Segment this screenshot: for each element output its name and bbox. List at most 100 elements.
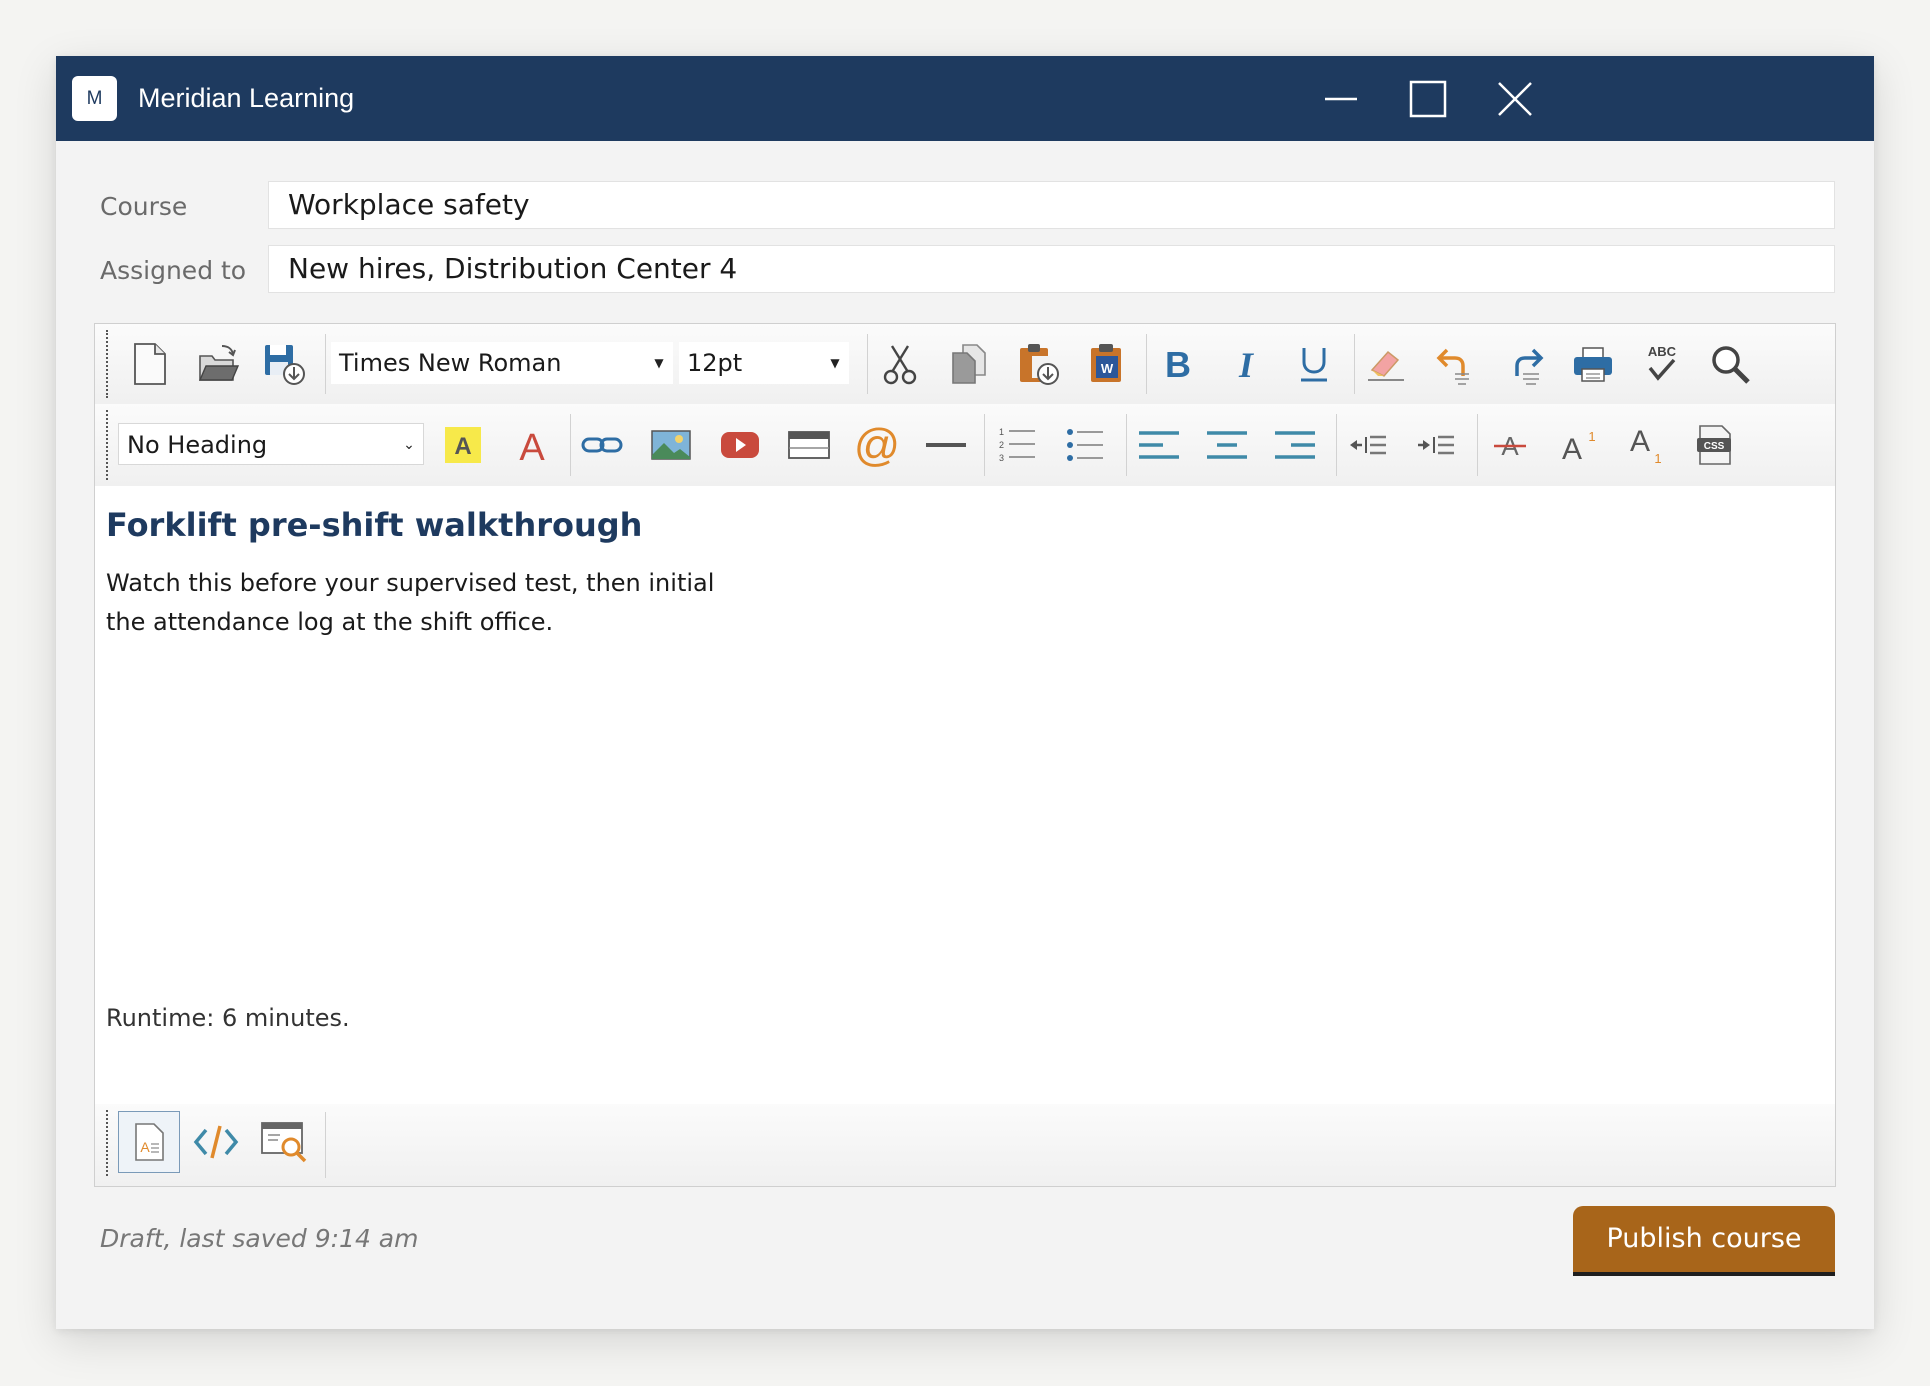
svg-text:ABC: ABC: [1648, 344, 1677, 359]
bold-button[interactable]: B: [1152, 338, 1204, 390]
strikethrough-button[interactable]: A: [1484, 419, 1536, 471]
font-color-icon: A: [519, 427, 545, 467]
code-view-button[interactable]: [190, 1116, 242, 1168]
link-icon: [581, 437, 623, 453]
close-button[interactable]: [1484, 68, 1546, 130]
superscript-button[interactable]: A1: [1552, 419, 1604, 471]
toolbar-separator: [984, 414, 985, 476]
insert-email-button[interactable]: @: [851, 419, 903, 471]
open-button[interactable]: [192, 338, 244, 390]
assigned-to-field[interactable]: New hires, Distribution Center 4: [268, 245, 1835, 293]
design-view-icon: A: [135, 1123, 164, 1161]
save-button[interactable]: [258, 338, 310, 390]
maximize-button[interactable]: [1397, 68, 1459, 130]
undo-button[interactable]: [1429, 338, 1481, 390]
table-icon: [788, 431, 830, 459]
align-left-icon: [1139, 431, 1179, 459]
horizontal-rule-button[interactable]: [920, 419, 972, 471]
window-title: Meridian Learning: [138, 83, 355, 113]
maximize-icon: [1409, 80, 1447, 118]
minimize-button[interactable]: [1310, 68, 1372, 130]
email-icon: @: [854, 421, 901, 469]
insert-link-button[interactable]: [576, 419, 628, 471]
new-document-icon: [134, 343, 166, 385]
bulleted-list-button[interactable]: [1059, 419, 1111, 471]
redo-button[interactable]: [1499, 338, 1551, 390]
copy-button[interactable]: [943, 338, 995, 390]
content-runtime: Runtime: 6 minutes.: [106, 1004, 350, 1032]
font-color-button[interactable]: A: [506, 419, 558, 471]
svg-text:A: A: [519, 427, 545, 467]
italic-button[interactable]: I: [1220, 338, 1272, 390]
insert-image-button[interactable]: [645, 419, 697, 471]
font-size-select[interactable]: 12pt ▼: [679, 342, 849, 384]
chevron-down-icon: ▼: [654, 356, 664, 370]
svg-text:A: A: [1562, 433, 1582, 466]
insert-table-button[interactable]: [783, 419, 835, 471]
print-icon: [1574, 347, 1612, 382]
undo-icon: [1436, 348, 1469, 385]
course-field[interactable]: Workplace safety: [268, 181, 1835, 229]
svg-text:A: A: [454, 433, 471, 460]
find-icon: [1712, 346, 1750, 384]
paste-button[interactable]: [1012, 338, 1064, 390]
css-button[interactable]: CSS: [1688, 419, 1740, 471]
underline-icon: [1301, 348, 1327, 382]
toolbar-grip[interactable]: [106, 410, 108, 480]
underline-button[interactable]: [1288, 338, 1340, 390]
cut-button[interactable]: [874, 338, 926, 390]
bulleted-list-icon: [1067, 429, 1103, 461]
numbered-list-button[interactable]: 1 2 3: [991, 419, 1043, 471]
indent-button[interactable]: [1410, 419, 1462, 471]
eraser-icon: [1368, 350, 1404, 381]
publish-course-button[interactable]: Publish course: [1573, 1206, 1835, 1276]
title-bar[interactable]: M Meridian Learning: [56, 56, 1874, 141]
outdent-button[interactable]: [1342, 419, 1394, 471]
toolbar-row-1: Times New Roman ▼ 12pt ▼ W B I ABC: [95, 324, 1835, 404]
image-icon: [651, 430, 691, 460]
svg-text:1: 1: [1654, 451, 1661, 466]
svg-text:A: A: [140, 1139, 150, 1155]
preview-button[interactable]: [258, 1116, 310, 1168]
open-folder-icon: [198, 345, 240, 381]
numbered-list-icon: 1 2 3: [999, 427, 1035, 463]
minimize-icon: [1325, 97, 1357, 101]
spellcheck-button[interactable]: ABC: [1636, 338, 1688, 390]
insert-video-button[interactable]: [714, 419, 766, 471]
paste-icon: [1020, 344, 1059, 385]
app-logo: M: [72, 76, 117, 121]
align-center-icon: [1207, 431, 1247, 459]
paste-from-word-icon: W: [1091, 344, 1121, 382]
align-left-button[interactable]: [1133, 419, 1185, 471]
toolbar-separator: [325, 1112, 326, 1178]
video-icon: [721, 432, 759, 458]
clear-formatting-button[interactable]: [1360, 338, 1412, 390]
new-document-button[interactable]: [124, 338, 176, 390]
toolbar-row-2: No Heading ⌄ A A @ 1 2 3 A A 1 A 1 CSS: [95, 404, 1835, 486]
svg-text:@: @: [854, 421, 901, 469]
svg-text:CSS: CSS: [1704, 441, 1725, 452]
toolbar-separator: [1477, 414, 1478, 476]
bold-icon: B: [1165, 344, 1191, 385]
print-button[interactable]: [1567, 338, 1619, 390]
svg-text:I: I: [1238, 345, 1255, 385]
align-right-button[interactable]: [1269, 419, 1321, 471]
heading-select[interactable]: No Heading ⌄: [118, 423, 424, 465]
highlight-color-icon: A: [445, 427, 481, 463]
font-family-select[interactable]: Times New Roman ▼: [331, 342, 673, 384]
paste-from-word-button[interactable]: W: [1081, 338, 1133, 390]
spellcheck-icon: ABC: [1648, 344, 1677, 381]
editor-content[interactable]: Forklift pre-shift walkthrough Watch thi…: [95, 486, 1835, 1104]
highlight-color-button[interactable]: A: [437, 419, 489, 471]
design-view-button[interactable]: A: [118, 1111, 180, 1173]
find-button[interactable]: [1704, 338, 1756, 390]
save-status: Draft, last saved 9:14 am: [100, 1224, 419, 1253]
preview-icon: [261, 1122, 307, 1163]
align-center-button[interactable]: [1201, 419, 1253, 471]
subscript-button[interactable]: A1: [1620, 419, 1672, 471]
toolbar-grip[interactable]: [106, 1110, 108, 1176]
save-icon: [265, 345, 305, 385]
toolbar-grip[interactable]: [106, 330, 108, 398]
toolbar-separator: [1146, 334, 1147, 394]
svg-text:1: 1: [999, 427, 1004, 437]
